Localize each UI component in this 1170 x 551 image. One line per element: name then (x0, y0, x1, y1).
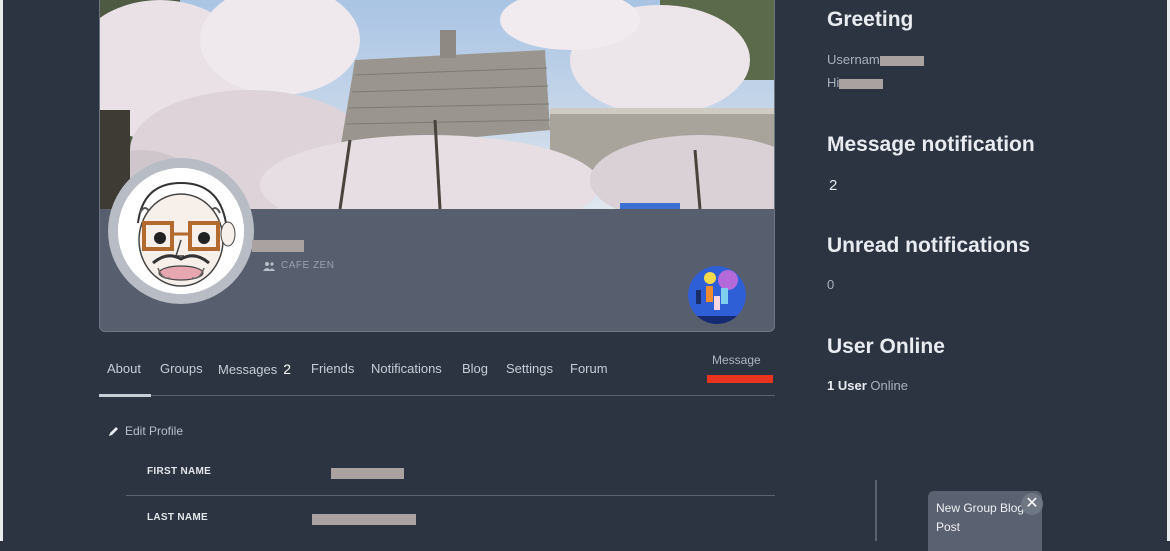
last-name-value-redacted (312, 514, 416, 525)
message-highlight (707, 375, 773, 383)
tab-about[interactable]: About (107, 361, 141, 376)
tab-blog[interactable]: Blog (462, 361, 488, 376)
tab-groups[interactable]: Groups (160, 361, 203, 376)
group-badge-avatar[interactable] (688, 266, 746, 324)
messages-count: 2 (283, 361, 292, 377)
last-name-label: LAST NAME (147, 512, 209, 523)
sidebar-divider (875, 480, 877, 541)
message-button[interactable]: Message (712, 353, 761, 367)
hi-line: Hi (827, 75, 884, 90)
greeting-title: Greeting (827, 8, 914, 31)
profile-name-redacted (252, 240, 304, 252)
message-notification-title: Message notification (827, 133, 1035, 156)
profile-avatar[interactable] (108, 158, 254, 304)
group-name: CAFE ZEN (281, 260, 335, 271)
unread-notifications-title: Unread notifications (827, 234, 1031, 257)
tab-forum[interactable]: Forum (570, 361, 608, 376)
hi-name-redacted (839, 78, 884, 89)
tab-messages[interactable]: Messages 2 (218, 361, 291, 377)
username-line: Usernam (827, 52, 924, 67)
message-notification-count: 2 (829, 177, 838, 194)
close-icon[interactable]: ✕ (1021, 493, 1043, 515)
users-icon (263, 261, 275, 271)
profile-tabs: About Groups Messages 2 Friends Notificat… (99, 353, 775, 397)
profile-group[interactable]: CAFE ZEN (263, 260, 334, 271)
first-name-label: FIRST NAME (147, 466, 212, 477)
pencil-icon (109, 426, 118, 436)
edit-profile-label: Edit Profile (125, 424, 184, 438)
user-online-line: 1 User Online (827, 378, 908, 393)
unread-notifications-count: 0 (827, 277, 835, 292)
window-frame-left (0, 0, 3, 541)
tab-friends[interactable]: Friends (311, 361, 354, 376)
edit-profile-link[interactable]: Edit Profile (108, 424, 183, 438)
tab-settings[interactable]: Settings (506, 361, 553, 376)
user-online-title: User Online (827, 335, 945, 358)
tab-notifications[interactable]: Notifications (371, 361, 442, 376)
field-divider (126, 495, 775, 496)
active-tab-indicator (99, 394, 151, 397)
first-name-value-redacted (331, 468, 404, 479)
username-redacted (879, 55, 924, 66)
